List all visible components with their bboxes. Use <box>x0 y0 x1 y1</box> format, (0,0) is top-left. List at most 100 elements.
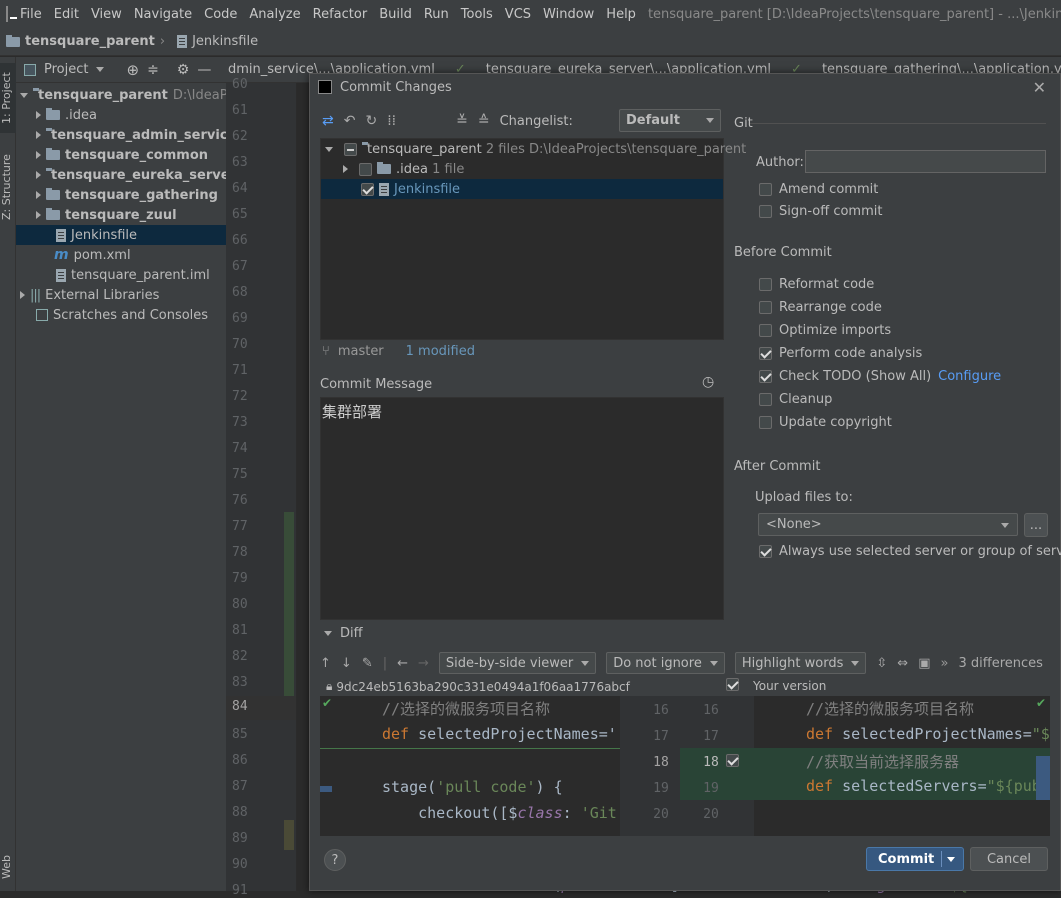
sync-scroll-icon[interactable]: ⇔ <box>897 656 908 671</box>
gear-icon[interactable]: ⚙ <box>177 62 190 78</box>
changelist-select[interactable]: Default <box>619 109 721 132</box>
idea-checkbox[interactable] <box>359 162 372 176</box>
collapse-icon[interactable]: ≑ <box>147 62 159 78</box>
rearrange-option[interactable]: Rearrange code <box>759 300 882 315</box>
menu-refactor[interactable]: Refactor <box>307 7 374 22</box>
more-icon[interactable]: » <box>941 656 949 671</box>
commit-button[interactable]: Commit <box>866 847 964 871</box>
cleanup-option[interactable]: Cleanup <box>759 392 832 407</box>
signoff-commit-option[interactable]: Sign-off commit <box>759 204 882 219</box>
previous-difference-icon[interactable]: ↑ <box>320 656 331 671</box>
modified-count[interactable]: 1 modified <box>406 344 475 359</box>
amend-checkbox[interactable] <box>759 183 772 196</box>
menu-build[interactable]: Build <box>373 7 418 22</box>
lock-icon[interactable]: ▣ <box>918 656 930 671</box>
forward-icon[interactable]: → <box>418 656 429 671</box>
diff-section-header[interactable]: Diff <box>324 626 363 641</box>
tree-item-root[interactable]: tensquare_parent D:\IdeaPro <box>16 85 226 105</box>
tree-item-admin-service[interactable]: tensquare_admin_service <box>16 125 226 145</box>
menu-navigate[interactable]: Navigate <box>128 7 198 22</box>
changes-idea-row[interactable]: .idea 1 file <box>321 159 723 179</box>
include-change-checkbox[interactable] <box>726 754 739 767</box>
upload-server-select[interactable]: <None> <box>758 513 1018 536</box>
amend-commit-option[interactable]: Amend commit <box>759 182 878 197</box>
your-version-checkbox[interactable] <box>726 678 739 695</box>
tree-item-common[interactable]: tensquare_common <box>16 145 226 165</box>
tab-structure[interactable]: Z: Structure <box>0 147 16 227</box>
chevron-down-icon[interactable] <box>947 857 955 862</box>
expand-all-icon[interactable]: ≚ <box>456 113 468 129</box>
menu-code[interactable]: Code <box>198 7 243 22</box>
optimize-checkbox[interactable] <box>759 324 772 337</box>
close-icon[interactable]: ✕ <box>1033 78 1046 97</box>
locate-icon[interactable]: ⊕ <box>126 61 139 79</box>
always-use-checkbox[interactable] <box>759 545 772 558</box>
tab-project[interactable]: 1: Project <box>0 63 16 133</box>
collapse-all-icon[interactable]: ≙ <box>478 113 490 129</box>
configure-link[interactable]: Configure <box>938 369 1001 384</box>
copyright-checkbox[interactable] <box>759 416 772 429</box>
code-analysis-option[interactable]: Perform code analysis <box>759 346 922 361</box>
tree-item-idea[interactable]: .idea <box>16 105 226 125</box>
browse-button[interactable]: ... <box>1024 513 1048 537</box>
ignore-select[interactable]: Do not ignore <box>606 652 725 674</box>
menu-vcs[interactable]: VCS <box>499 7 537 22</box>
tree-item-eureka-server[interactable]: tensquare_eureka_server <box>16 165 226 185</box>
hide-icon[interactable]: — <box>197 62 211 78</box>
chevron-right-icon[interactable] <box>36 171 41 179</box>
tree-item-scratches[interactable]: Scratches and Consoles <box>16 305 226 325</box>
optimize-imports-option[interactable]: Optimize imports <box>759 323 891 338</box>
align-icon[interactable]: ⇳ <box>876 656 887 671</box>
chevron-right-icon[interactable] <box>20 291 25 299</box>
copyright-option[interactable]: Update copyright <box>759 415 892 430</box>
always-use-option[interactable]: Always use selected server or group of s… <box>759 544 1061 559</box>
tree-item-external-libraries[interactable]: ||| External Libraries <box>16 285 226 305</box>
breadcrumb-project[interactable]: tensquare_parent › <box>0 34 171 49</box>
menu-tools[interactable]: Tools <box>455 7 499 22</box>
chevron-right-icon[interactable] <box>343 165 348 173</box>
author-input[interactable] <box>805 150 1046 173</box>
history-icon[interactable]: ◷ <box>702 374 714 390</box>
tree-item-jenkinsfile[interactable]: Jenkinsfile <box>16 225 226 245</box>
menu-analyze[interactable]: Analyze <box>243 7 306 22</box>
check-todo-option[interactable]: Check TODO (Show All) Configure <box>759 369 1001 384</box>
commit-message-input[interactable]: 集群部署 <box>320 397 724 620</box>
tree-item-iml[interactable]: tensquare_parent.iml <box>16 265 226 285</box>
chevron-down-icon[interactable] <box>96 67 105 72</box>
chevron-right-icon[interactable] <box>36 151 41 159</box>
tree-item-gathering[interactable]: tensquare_gathering <box>16 185 226 205</box>
edit-icon[interactable]: ✎ <box>362 656 373 671</box>
analysis-checkbox[interactable] <box>759 347 772 360</box>
signoff-checkbox[interactable] <box>759 205 772 218</box>
reformat-option[interactable]: Reformat code <box>759 277 874 292</box>
menu-view[interactable]: View <box>85 7 128 22</box>
menu-edit[interactable]: Edit <box>48 7 85 22</box>
chevron-right-icon[interactable] <box>36 111 41 119</box>
root-checkbox[interactable] <box>344 142 357 156</box>
chevron-down-icon[interactable] <box>324 631 332 636</box>
checkbox[interactable] <box>726 678 739 691</box>
tree-item-zuul[interactable]: tensquare_zuul <box>16 205 226 225</box>
rearrange-checkbox[interactable] <box>759 301 772 314</box>
next-difference-icon[interactable]: ↓ <box>341 656 352 671</box>
reformat-checkbox[interactable] <box>759 278 772 291</box>
cancel-button[interactable]: Cancel <box>970 847 1048 871</box>
back-icon[interactable]: ← <box>397 656 408 671</box>
breadcrumb-file[interactable]: Jenkinsfile <box>171 34 264 49</box>
tab-web[interactable]: Web <box>0 847 16 887</box>
viewer-select[interactable]: Side-by-side viewer <box>438 652 597 674</box>
changes-file-row[interactable]: Jenkinsfile <box>321 179 723 199</box>
menu-file[interactable]: File <box>14 7 48 22</box>
chevron-down-icon[interactable] <box>325 146 333 152</box>
changes-root-row[interactable]: tensquare_parent 2 files D:\IdeaProjects… <box>321 139 746 159</box>
chevron-right-icon[interactable] <box>36 211 41 219</box>
help-button[interactable]: ? <box>324 849 346 871</box>
group-by-icon[interactable]: ⁞⁞ <box>387 113 396 129</box>
file-checkbox[interactable] <box>361 182 374 196</box>
tree-item-pom[interactable]: m pom.xml <box>16 245 226 265</box>
todo-checkbox[interactable] <box>759 370 772 383</box>
cleanup-checkbox[interactable] <box>759 393 772 406</box>
chevron-down-icon[interactable] <box>20 92 28 98</box>
refresh-icon[interactable]: ↻ <box>365 113 377 129</box>
rollback-icon[interactable]: ↶ <box>344 113 356 129</box>
